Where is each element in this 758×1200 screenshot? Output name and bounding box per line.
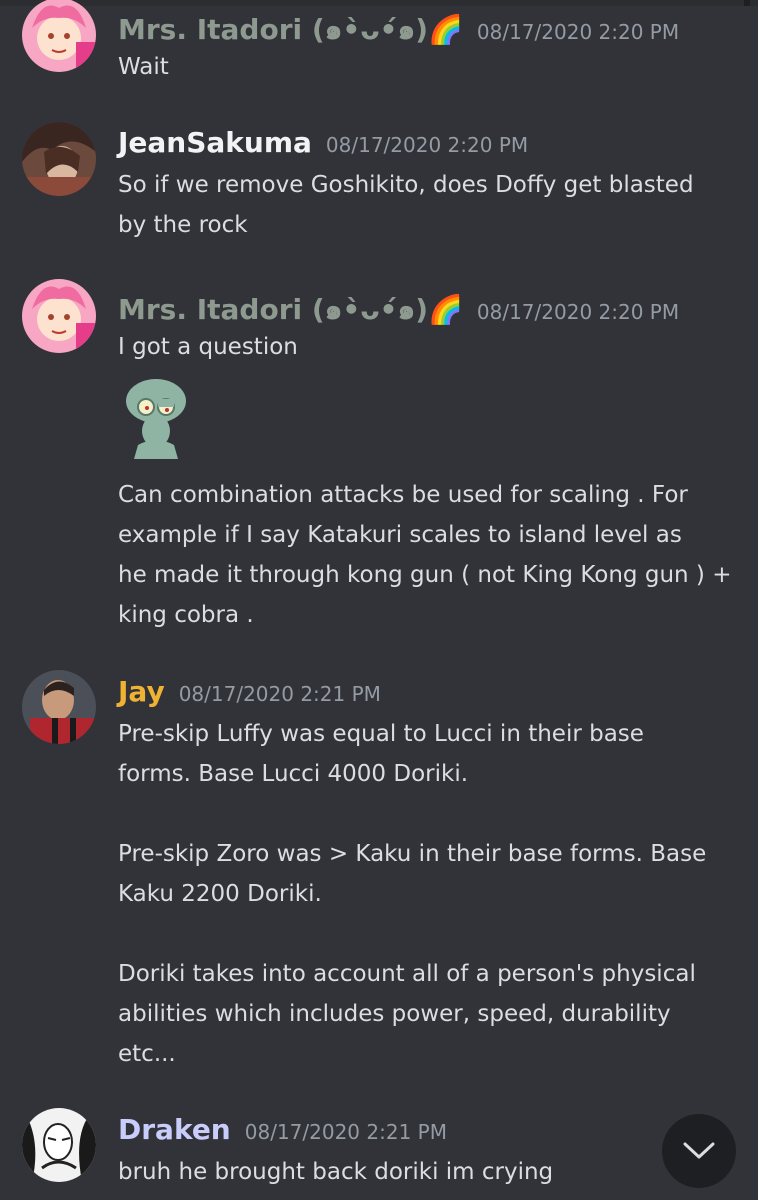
- avatar[interactable]: [22, 670, 96, 744]
- avatar[interactable]: [22, 279, 96, 353]
- message-text: So if we remove Goshikito, does Doffy ge…: [118, 172, 694, 198]
- avatar[interactable]: [22, 122, 96, 196]
- author-name[interactable]: JeanSakuma: [118, 126, 312, 159]
- message-text: Pre-skip Zoro was > Kaku in their base f…: [118, 841, 707, 867]
- author-name[interactable]: Mrs. Itadori (๑•̀ᴗ•́๑)🌈: [118, 288, 463, 332]
- message-timestamp: 08/17/2020 2:21 PM: [244, 1120, 447, 1144]
- message-text: Pre-skip Luffy was equal to Lucci in the…: [118, 721, 644, 747]
- message-text: Can combination attacks be used for scal…: [118, 482, 688, 508]
- message-timestamp: 08/17/2020 2:21 PM: [178, 682, 381, 706]
- message-text: Doriki takes into account all of a perso…: [118, 961, 696, 987]
- top-bar: [0, 0, 758, 6]
- chevron-down-icon: [683, 1142, 715, 1159]
- message-text: king cobra .: [118, 602, 254, 628]
- squidward-sticker[interactable]: [118, 375, 194, 461]
- corner-indicator: [744, 0, 750, 6]
- message-text: abilities which includes power, speed, d…: [118, 1001, 671, 1027]
- message-text: bruh he brought back doriki im crying: [118, 1159, 554, 1185]
- message-text: example if I say Katakuri scales to isla…: [118, 522, 682, 548]
- message-text: by the rock: [118, 212, 248, 238]
- message-text: forms. Base Lucci 4000 Doriki.: [118, 761, 469, 787]
- message-text: Wait: [118, 54, 169, 80]
- message-text: I got a question: [118, 334, 298, 360]
- author-name[interactable]: Mrs. Itadori (๑•̀ᴗ•́๑)🌈: [118, 8, 463, 52]
- author-name[interactable]: Draken: [118, 1113, 231, 1146]
- message-text: Kaku 2200 Doriki.: [118, 881, 322, 907]
- message-text: etc...: [118, 1041, 176, 1067]
- author-name[interactable]: Jay: [118, 675, 165, 708]
- message-timestamp: 08/17/2020 2:20 PM: [476, 20, 680, 44]
- avatar[interactable]: [22, 0, 96, 72]
- message-timestamp: 08/17/2020 2:20 PM: [476, 300, 680, 324]
- avatar[interactable]: [22, 1108, 96, 1182]
- jump-to-bottom-button[interactable]: [662, 1114, 736, 1188]
- message-timestamp: 08/17/2020 2:20 PM: [325, 133, 529, 157]
- message-text: he made it through kong gun ( not King K…: [118, 562, 732, 588]
